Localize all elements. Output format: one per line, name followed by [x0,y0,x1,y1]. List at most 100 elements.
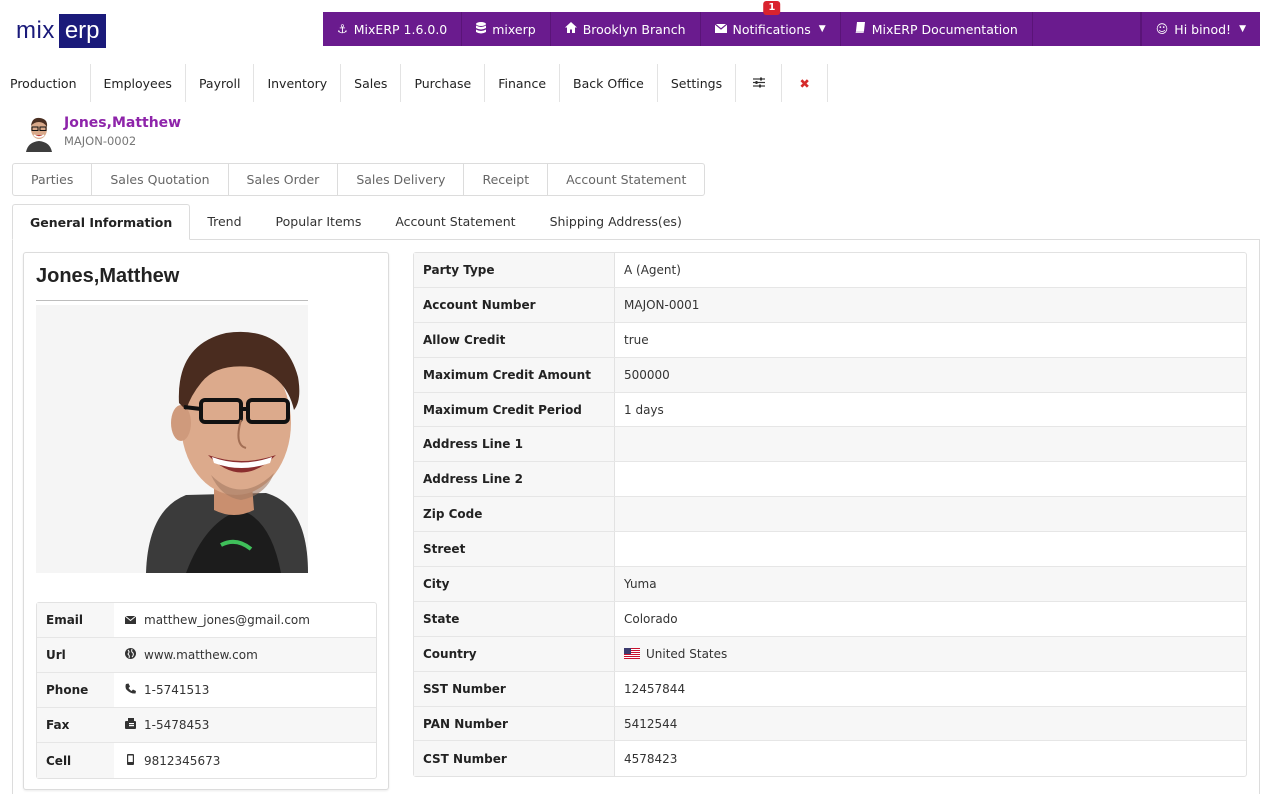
detail-row-street: Street [414,532,1246,568]
contact-label: Email [37,603,114,637]
detail-label: Zip Code [414,497,615,532]
detail-label: Address Line 2 [414,462,615,497]
subnav-sales-quotation[interactable]: Sales Quotation [92,164,229,195]
subnav-sales-order[interactable]: Sales Order [229,164,339,195]
close-button[interactable]: ✖ [782,64,829,102]
tab-account-statement[interactable]: Account Statement [378,204,532,239]
country-name: United States [646,646,728,661]
subnav-sales-delivery[interactable]: Sales Delivery [338,164,465,195]
detail-label: Party Type [414,253,615,287]
detail-label: PAN Number [414,706,615,741]
database-icon [476,21,487,37]
anchor-icon: ⚓ [337,22,348,36]
book-icon [855,22,866,36]
tab-popular-items[interactable]: Popular Items [259,204,379,239]
module-inventory[interactable]: Inventory [254,64,342,102]
notifications-menu[interactable]: 1 Notifications ▼ [701,1,841,46]
database-menu[interactable]: mixerp [462,12,551,46]
detail-value: 12457844 [624,681,686,696]
branch-menu[interactable]: Brooklyn Branch [551,12,701,46]
tab-shipping-addresses[interactable]: Shipping Address(es) [533,204,699,239]
subnav-account-statement[interactable]: Account Statement [548,164,704,195]
detail-label: Address Line 1 [414,427,615,462]
caret-down-icon: ▼ [1239,24,1246,34]
caret-down-icon: ▼ [818,24,826,34]
subnav-parties[interactable]: Parties [13,164,93,195]
detail-value [615,532,1246,566]
module-nav: Production Employees Payroll Inventory S… [0,64,829,102]
detail-value: MAJON-0001 [624,297,700,312]
detail-label: State [414,601,615,636]
tab-trend[interactable]: Trend [190,204,258,239]
detail-row-state: State Colorado [414,601,1246,637]
detail-value: 4578423 [624,751,678,766]
detail-row-cst-number: CST Number 4578423 [414,741,1246,777]
smile-icon: ☺ [1155,22,1169,36]
detail-value [615,462,1246,496]
module-settings[interactable]: Settings [658,64,737,102]
greeting-label: Hi binod! [1174,21,1232,37]
subnav-receipt[interactable]: Receipt [464,164,549,195]
mobile-icon [124,753,136,768]
detail-row-party-type: Party Type A (Agent) [414,253,1246,288]
logo-erp-text: erp [58,14,106,48]
phone-icon [124,683,136,697]
branch-label: Brooklyn Branch [582,21,686,37]
logo-mix-text: mix [16,17,55,44]
party-photo [36,305,308,573]
envelope-icon [714,22,727,36]
party-code: MAJON-0002 [64,134,137,148]
detail-row-zip-code: Zip Code [414,497,1246,533]
detail-label: CST Number [414,741,615,777]
detail-value: true [624,332,649,347]
module-payroll[interactable]: Payroll [186,64,255,102]
detail-row-max-credit-period: Maximum Credit Period 1 days [414,392,1246,428]
party-name-heading: Jones,Matthew [64,115,182,131]
detail-row-allow-credit: Allow Credit true [414,322,1246,358]
detail-row-max-credit-amount: Maximum Credit Amount 500000 [414,357,1246,393]
version-menu[interactable]: ⚓ MixERP 1.6.0.0 [323,12,463,46]
detail-value: Colorado [624,611,678,626]
sliders-button[interactable] [736,64,783,102]
detail-value: Yuma [624,576,657,591]
module-finance[interactable]: Finance [485,64,561,102]
notifications-label: Notifications [732,21,811,37]
contact-label: Cell [37,743,114,778]
envelope-icon [124,614,136,627]
url-link[interactable]: www.matthew.com [144,648,258,662]
contact-row-email: Email matthew_jones@gmail.com [37,603,376,638]
module-employees[interactable]: Employees [91,64,186,102]
email-link[interactable]: matthew_jones@gmail.com [144,613,310,627]
detail-value: 1 days [624,402,664,417]
detail-label: Allow Credit [414,322,615,357]
module-back-office[interactable]: Back Office [560,64,658,102]
close-icon: ✖ [799,75,810,91]
contact-value: 1-5741513 [114,673,376,707]
contact-row-phone: Phone 1-5741513 [37,673,376,708]
contact-table: Email matthew_jones@gmail.com Url www.ma… [36,602,377,779]
detail-row-pan-number: PAN Number 5412544 [414,706,1246,742]
tab-general-information[interactable]: General Information [12,204,191,240]
module-production[interactable]: Production [0,64,91,102]
contact-label: Url [37,638,114,672]
detail-row-account-number: Account Number MAJON-0001 [414,287,1246,323]
detail-label: Street [414,532,615,567]
globe-icon [124,648,136,662]
detail-label: Maximum Credit Period [414,392,615,427]
detail-label: Account Number [414,287,615,322]
mixerp-logo[interactable]: mix erp [16,14,106,48]
contact-value: 9812345673 [114,743,376,778]
contact-row-cell: Cell 9812345673 [37,743,376,778]
contact-value: www.matthew.com [114,638,376,672]
database-label: mixerp [492,21,536,37]
detail-row-address-line-1: Address Line 1 [414,427,1246,463]
module-sales[interactable]: Sales [341,64,402,102]
party-subnav: Parties Sales Quotation Sales Order Sale… [12,163,706,196]
user-menu[interactable]: ☺ Hi binod! ▼ [1140,12,1260,46]
fax-value: 1-5478453 [144,718,210,732]
detail-value: A (Agent) [624,262,681,277]
home-icon [564,22,577,36]
sliders-icon [752,76,765,91]
documentation-link[interactable]: MixERP Documentation [841,12,1033,46]
module-purchase[interactable]: Purchase [401,64,486,102]
